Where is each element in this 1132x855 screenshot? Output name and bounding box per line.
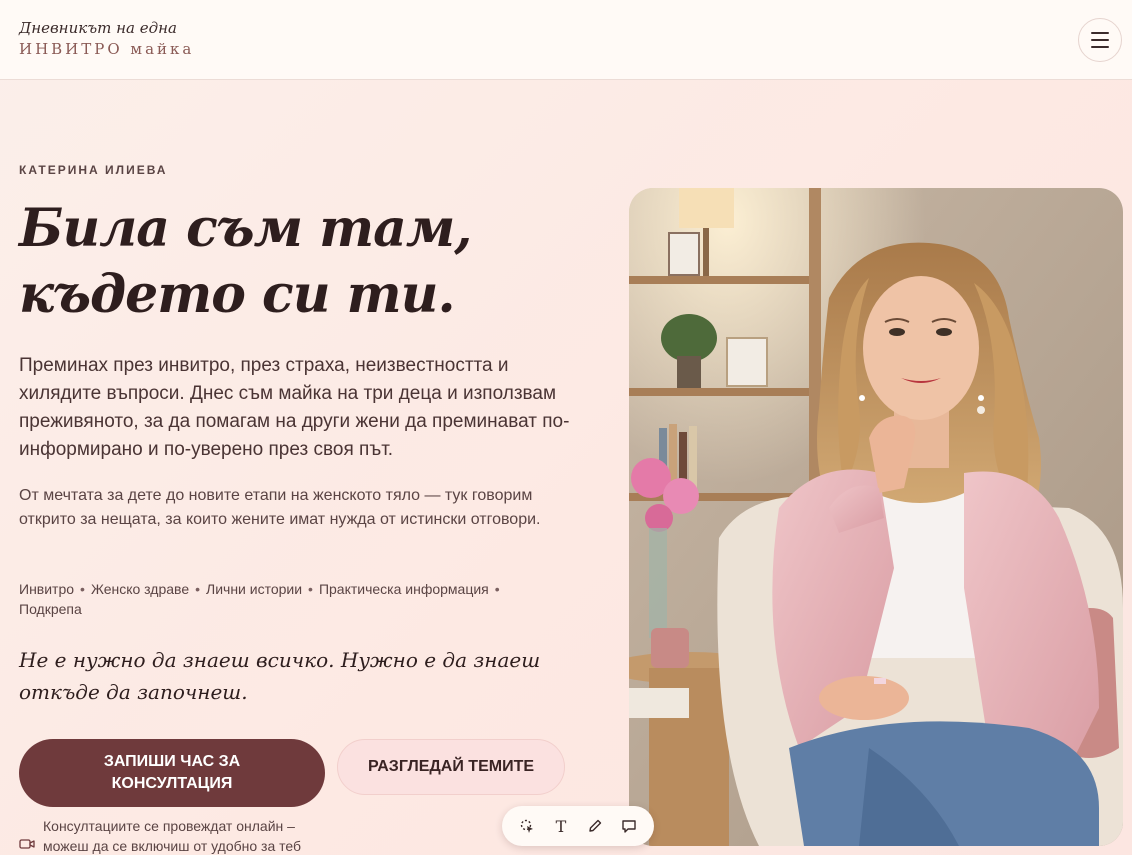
hero-subtext: От мечтата за дете до новите етапи на же… xyxy=(19,487,541,528)
video-camera-icon xyxy=(19,839,35,849)
comment-icon-glyph xyxy=(622,820,636,833)
topic-tag: Женско здраве xyxy=(90,581,190,597)
hero-lead: Преминах през инвитро, през страха, неиз… xyxy=(19,355,570,460)
browse-topics-button[interactable]: РАЗГЛЕДАЙ ТЕМИТЕ xyxy=(337,739,565,795)
site-header: Дневникът на една ИНВИТРО майка xyxy=(0,0,1132,80)
logo-line-2: ИНВИТРО майка xyxy=(19,40,195,58)
hero-headline: Била съм там, където си ти. xyxy=(19,198,472,325)
hamburger-icon-bar xyxy=(1091,46,1109,48)
menu-button[interactable] xyxy=(1078,18,1122,62)
topic-tag: Практическа информация xyxy=(318,581,489,597)
topic-tags: Инвитро • Женско здраве • Лични истории • Прак… xyxy=(19,579,589,619)
pen-icon-glyph xyxy=(589,819,602,832)
tag-separator: • xyxy=(80,581,85,597)
online-note-text: Консултациите се провеждат онлайн – може… xyxy=(43,818,302,854)
portrait-illustration xyxy=(629,188,1123,846)
tag-separator: • xyxy=(308,581,313,597)
text-icon[interactable]: T xyxy=(548,813,574,839)
tag-separator: • xyxy=(195,581,201,597)
book-consultation-button[interactable]: ЗАПИШИ ЧАС ЗА КОНСУЛТАЦИЯ xyxy=(19,739,325,807)
select-icon[interactable] xyxy=(514,813,540,839)
tag-separator: • xyxy=(494,581,500,597)
topic-tag: Лични истории xyxy=(206,581,303,597)
comment-icon[interactable] xyxy=(616,813,642,839)
hero-quote: Не е нужно да знаеш всичко. Нужно е да з… xyxy=(19,648,541,704)
site-logo[interactable]: Дневникът на една ИНВИТРО майка xyxy=(19,18,194,60)
hamburger-icon-bar xyxy=(1091,39,1109,41)
hamburger-icon-bar xyxy=(1091,32,1109,34)
select-icon-glyph xyxy=(520,819,533,833)
topic-tag: Подкрепа xyxy=(19,601,82,617)
author-name: КАТЕРИНА ИЛИЕВА xyxy=(19,163,168,177)
pen-icon[interactable] xyxy=(582,813,608,839)
online-note: Консултациите се провеждат онлайн – може… xyxy=(19,816,339,855)
portrait-photo xyxy=(629,188,1123,846)
logo-line-1: Дневникът на една xyxy=(19,19,177,37)
topic-tag: Инвитро xyxy=(19,581,75,597)
annotation-toolbar: T xyxy=(502,806,654,846)
